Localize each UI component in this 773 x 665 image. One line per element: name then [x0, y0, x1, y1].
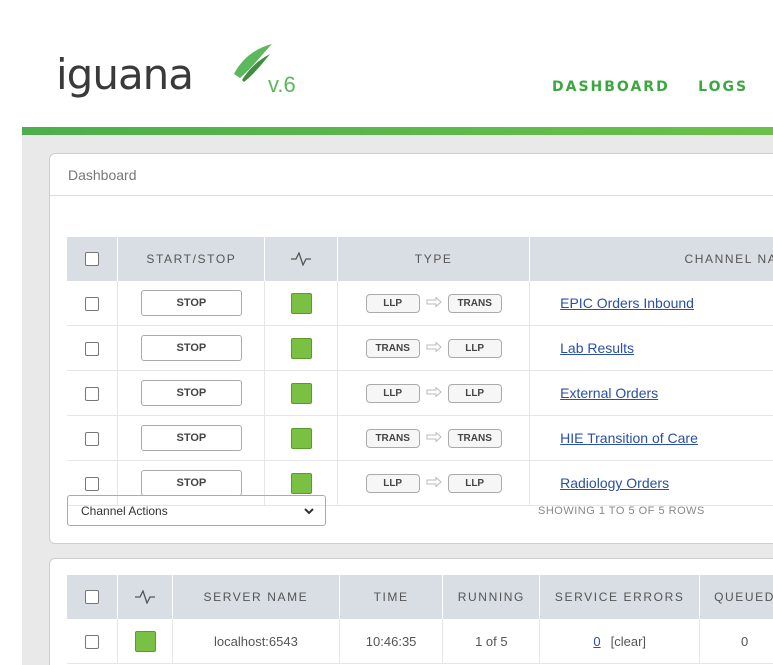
type-source: TRANS — [365, 428, 420, 448]
logo[interactable]: iguana v.6 — [56, 44, 296, 99]
status-indicator — [290, 472, 312, 494]
service-errors-cell: 0 [clear] — [539, 619, 701, 664]
window-left-margin — [0, 12, 22, 665]
pulse-icon — [291, 251, 312, 268]
table-row: localhost:6543 10:46:35 1 of 5 0 [clear] … — [67, 619, 773, 664]
window-top-margin — [0, 0, 773, 12]
server-time: 10:46:35 — [339, 619, 444, 664]
stop-button[interactable]: STOP — [140, 425, 242, 451]
status-indicator — [290, 337, 312, 359]
row-checkbox[interactable] — [85, 431, 100, 446]
status-indicator — [134, 630, 156, 652]
col-status[interactable] — [264, 237, 339, 281]
select-all-checkbox[interactable] — [85, 252, 100, 267]
select-all-header — [67, 237, 119, 281]
col-time[interactable]: TIME — [339, 575, 444, 619]
row-count-text: SHOWING 1 TO 5 OF 5 ROWS — [538, 505, 705, 517]
arrow-right-icon — [426, 342, 442, 353]
col-server-name[interactable]: SERVER NAME — [172, 575, 340, 619]
type-destination: LLP — [447, 383, 502, 403]
status-indicator — [290, 427, 312, 449]
table-row: STOP TRANS TRANS HIE Transition of Care — [67, 415, 773, 461]
channel-link[interactable]: EPIC Orders Inbound — [529, 281, 773, 326]
dashboard-panel: Dashboard START/STOP TYPE CHANNEL NAM ST… — [49, 153, 773, 544]
type-source: LLP — [365, 293, 420, 313]
servers-panel: SERVER NAME TIME RUNNING SERVICE ERRORS … — [49, 558, 773, 665]
type-source: LLP — [365, 473, 420, 493]
row-checkbox[interactable] — [85, 296, 100, 311]
version-label: v.6 — [268, 72, 296, 97]
app-root: iguana v.6 DASHBOARD LOGS SE Dashboard S… — [22, 12, 773, 665]
top-nav: DASHBOARD LOGS SE — [552, 78, 773, 96]
type-source: LLP — [365, 383, 420, 403]
arrow-right-icon — [426, 477, 442, 488]
servers-table: SERVER NAME TIME RUNNING SERVICE ERRORS … — [67, 575, 773, 664]
server-running: 1 of 5 — [442, 619, 541, 664]
type-destination: LLP — [447, 473, 502, 493]
select-all-header — [67, 575, 119, 619]
channel-link[interactable]: HIE Transition of Care — [529, 415, 773, 461]
row-checkbox[interactable] — [85, 634, 100, 649]
header: iguana v.6 DASHBOARD LOGS SE — [22, 12, 773, 127]
col-status[interactable] — [117, 575, 174, 619]
type-destination: TRANS — [447, 428, 502, 448]
col-queued[interactable]: QUEUED — [699, 575, 773, 619]
row-checkbox[interactable] — [85, 341, 100, 356]
stop-button[interactable]: STOP — [140, 335, 242, 361]
server-name: localhost:6543 — [172, 619, 340, 664]
chevron-down-icon — [304, 508, 314, 515]
errors-link[interactable]: 0 — [593, 634, 600, 649]
channels-table: START/STOP TYPE CHANNEL NAM STOP LLP TRAN… — [67, 237, 773, 506]
logo-text: iguana — [56, 50, 194, 99]
channel-link[interactable]: External Orders — [529, 370, 773, 416]
nav-logs[interactable]: LOGS — [698, 79, 748, 95]
clear-link[interactable]: [clear] — [611, 634, 646, 649]
col-channel-name[interactable]: CHANNEL NAM — [529, 237, 773, 281]
select-all-checkbox[interactable] — [85, 590, 100, 605]
col-start-stop[interactable]: START/STOP — [117, 237, 266, 281]
channel-actions-select[interactable]: Channel Actions — [67, 495, 326, 526]
type-destination: LLP — [447, 338, 502, 358]
pulse-icon — [135, 589, 156, 606]
col-service-errors[interactable]: SERVICE ERRORS — [539, 575, 701, 619]
stop-button[interactable]: STOP — [140, 380, 242, 406]
table-header-row: START/STOP TYPE CHANNEL NAM — [67, 237, 773, 281]
stop-button[interactable]: STOP — [140, 290, 242, 316]
header-accent-bar — [22, 127, 773, 135]
arrow-right-icon — [426, 297, 442, 308]
channel-link[interactable]: Lab Results — [529, 325, 773, 371]
col-type[interactable]: TYPE — [337, 237, 531, 281]
table-row: STOP TRANS LLP Lab Results — [67, 325, 773, 371]
table-header-row: SERVER NAME TIME RUNNING SERVICE ERRORS … — [67, 575, 773, 619]
type-source: TRANS — [365, 338, 420, 358]
nav-dashboard[interactable]: DASHBOARD — [552, 79, 670, 95]
type-destination: TRANS — [447, 293, 502, 313]
channel-link[interactable]: Radiology Orders — [529, 460, 773, 506]
table-row: STOP LLP TRANS EPIC Orders Inbound — [67, 281, 773, 326]
channel-actions-label: Channel Actions — [81, 504, 168, 518]
row-checkbox[interactable] — [85, 476, 100, 491]
panel-title: Dashboard — [68, 167, 137, 183]
status-indicator — [290, 382, 312, 404]
arrow-right-icon — [426, 387, 442, 398]
server-queued: 0 — [699, 619, 773, 664]
col-running[interactable]: RUNNING — [442, 575, 541, 619]
panel-divider — [50, 195, 773, 196]
stop-button[interactable]: STOP — [140, 470, 242, 496]
table-row: STOP LLP LLP External Orders — [67, 370, 773, 416]
row-checkbox[interactable] — [85, 386, 100, 401]
arrow-right-icon — [426, 432, 442, 443]
status-indicator — [290, 292, 312, 314]
